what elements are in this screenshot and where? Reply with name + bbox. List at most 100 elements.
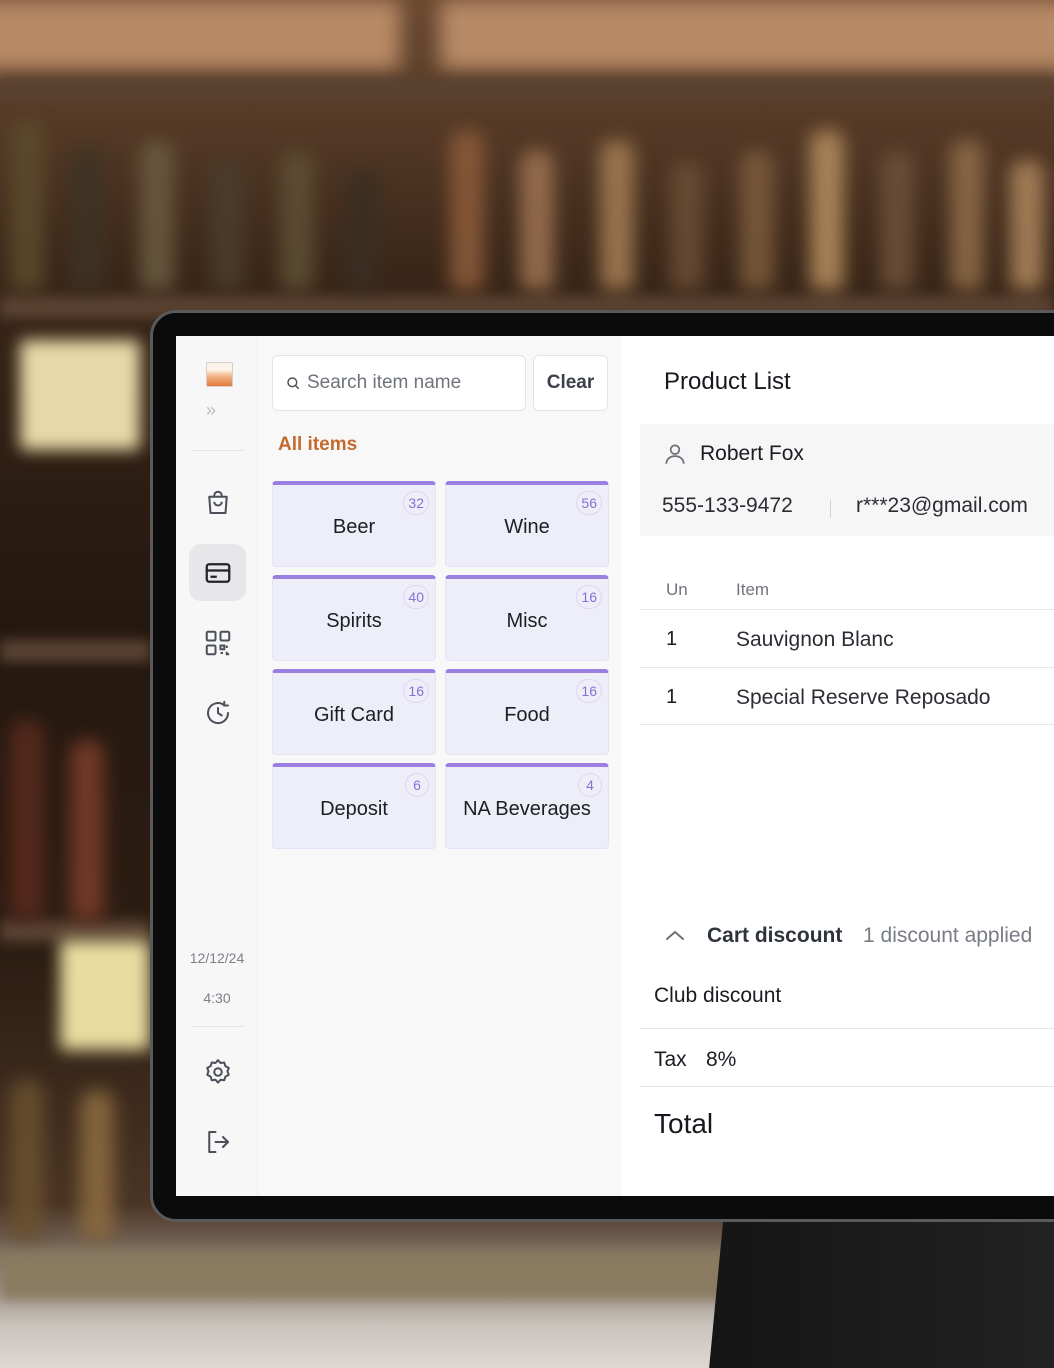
column-header-units: Un: [666, 580, 688, 599]
logout-button[interactable]: [189, 1113, 246, 1170]
column-header-item: Item: [736, 580, 770, 599]
category-count-badge: 6: [405, 773, 429, 797]
row-units: 1: [666, 686, 678, 708]
club-discount-label: Club discount: [654, 984, 782, 1007]
category-section-label: All items: [278, 434, 358, 455]
expand-icon[interactable]: »: [206, 400, 216, 421]
bg-sign: [440, 0, 1054, 70]
customer-phone: 555-133-9472: [662, 494, 793, 517]
bg-bottle: [10, 720, 44, 920]
category-tile-gift-card[interactable]: Gift Card 16: [272, 669, 436, 755]
search-box[interactable]: [272, 355, 526, 411]
category-tile-deposit[interactable]: Deposit 6: [272, 763, 436, 849]
row-units: 1: [666, 628, 678, 650]
category-count-badge: 4: [578, 773, 602, 797]
table-row[interactable]: 1 Special Reserve Reposado: [640, 667, 1054, 725]
divider: [830, 500, 831, 518]
category-tile-misc[interactable]: Misc 16: [445, 575, 609, 661]
bg-bottle: [345, 170, 379, 290]
category-name: Deposit: [320, 798, 388, 820]
category-tile-wine[interactable]: Wine 56: [445, 481, 609, 567]
pos-screen: » 12/12/24 4:30 Search item name Clear A…: [176, 336, 1054, 1196]
nav-orders[interactable]: [189, 474, 246, 531]
category-count-badge: 32: [403, 491, 429, 515]
bg-bottle: [880, 150, 914, 290]
category-name: Misc: [506, 610, 548, 632]
bg-shelf: [0, 640, 150, 662]
settings-button[interactable]: [189, 1043, 246, 1100]
bg-bottle: [10, 120, 44, 290]
bg-bottle: [70, 150, 104, 290]
category-name: Beer: [332, 516, 376, 538]
bg-bottle: [140, 140, 174, 290]
divider: [640, 1086, 1054, 1087]
bg-bottle: [670, 160, 704, 290]
nav-checkout[interactable]: [189, 544, 246, 601]
bg-bottle: [70, 740, 104, 920]
category-count-badge: 16: [576, 679, 602, 703]
category-name: Gift Card: [313, 704, 395, 726]
bg-bottle: [950, 140, 984, 290]
bg-bottle: [10, 1080, 44, 1240]
bg-bottle: [600, 140, 634, 290]
bg-bottle: [280, 150, 314, 290]
bg-bottle: [210, 160, 244, 290]
cart-discount-toggle[interactable]: Cart discount 1 discount applied: [640, 922, 1054, 954]
bg-bottle: [1010, 160, 1044, 290]
category-tile-spirits[interactable]: Spirits 40: [272, 575, 436, 661]
bg-shelf: [0, 920, 150, 942]
current-date: 12/12/24: [189, 950, 245, 966]
category-tile-food[interactable]: Food 16: [445, 669, 609, 755]
bg-shelf: [0, 78, 1054, 100]
row-item: Special Reserve Reposado: [736, 686, 991, 709]
current-time: 4:30: [203, 990, 231, 1006]
category-name: Food: [504, 704, 550, 726]
category-name: NA Beverages: [463, 798, 591, 820]
bg-bottle: [810, 130, 844, 290]
category-name: Wine: [504, 516, 550, 538]
settings-icon: [205, 1058, 230, 1084]
nav-scan[interactable]: [189, 614, 246, 671]
rail-divider: [192, 1026, 244, 1027]
product-list-panel: Product List Robert Fox 555-133-9472 r**…: [622, 336, 1054, 1196]
row-item: Sauvignon Blanc: [736, 628, 894, 651]
bg-price-tag: [20, 340, 140, 450]
logout-icon: [207, 1130, 229, 1153]
card-icon: [205, 562, 230, 583]
qr-code-icon: [205, 630, 230, 655]
customer-email: r***23@gmail.com: [856, 494, 1028, 517]
app-logo[interactable]: [206, 362, 233, 387]
nav-history[interactable]: [189, 684, 246, 741]
history-icon: [206, 700, 229, 724]
user-icon: [665, 444, 685, 464]
bg-bottle: [740, 150, 774, 290]
shopping-bag-icon: [207, 490, 228, 514]
category-name: Spirits: [326, 610, 382, 632]
table-row[interactable]: 1 Sauvignon Blanc: [640, 609, 1054, 667]
rail-divider: [192, 450, 244, 451]
nav-rail: » 12/12/24 4:30: [176, 336, 258, 1196]
tax-label: Tax: [654, 1048, 687, 1071]
bg-bottle: [520, 150, 554, 290]
monitor-stand: [708, 1220, 1054, 1368]
bg-price-tag: [60, 940, 150, 1050]
bg-sign: [0, 0, 400, 70]
category-tile-beer[interactable]: Beer 32: [272, 481, 436, 567]
customer-card[interactable]: Robert Fox 555-133-9472 r***23@gmail.com: [640, 424, 1054, 536]
category-count-badge: 16: [403, 679, 429, 703]
page-title: Product List: [664, 368, 791, 395]
bg-bottle: [80, 1090, 114, 1240]
category-count-badge: 40: [403, 585, 429, 609]
divider: [640, 1028, 1054, 1029]
chevron-up-icon: [666, 931, 684, 940]
catalog-panel: Clear All items Beer 32 Wine 56 Spirits …: [258, 336, 622, 1196]
customer-name: Robert Fox: [700, 442, 804, 465]
category-count-badge: 16: [576, 585, 602, 609]
category-count-badge: 56: [576, 491, 602, 515]
category-tile-na-beverages[interactable]: NA Beverages 4: [445, 763, 609, 849]
search-input[interactable]: [307, 372, 507, 394]
bg-bottle: [450, 130, 484, 290]
cart-discount-label: Cart discount: [707, 924, 843, 947]
total-label: Total: [654, 1108, 714, 1139]
clear-button[interactable]: Clear: [533, 355, 608, 411]
